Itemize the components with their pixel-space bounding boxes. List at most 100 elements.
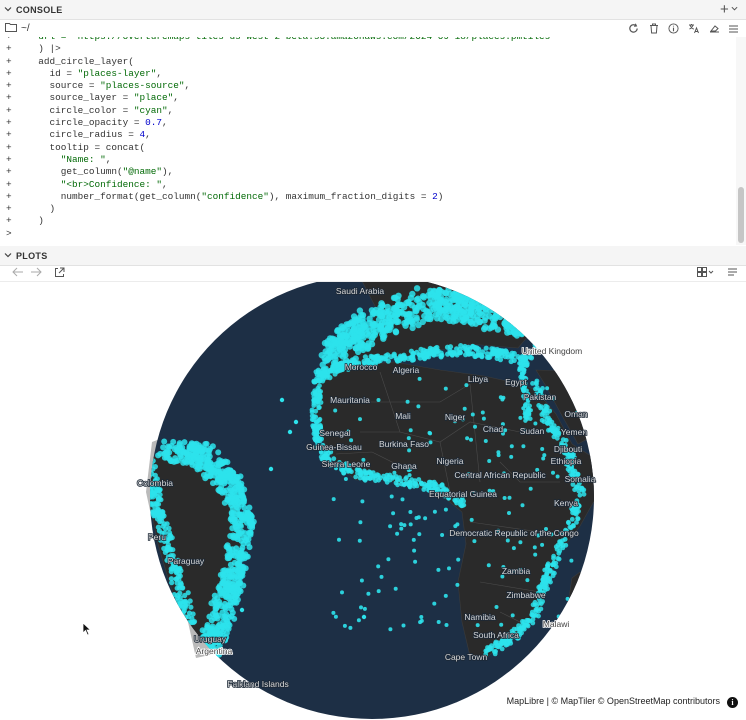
place-point <box>239 544 246 551</box>
place-point <box>232 485 239 491</box>
place-point <box>398 308 405 316</box>
place-point <box>503 303 510 311</box>
place-point <box>324 340 331 347</box>
map-label: United Kingdom <box>522 346 582 356</box>
layout-dropdown-icon[interactable] <box>697 267 715 280</box>
add-icon[interactable]: + <box>720 1 729 18</box>
info-icon[interactable] <box>667 22 680 35</box>
place-point <box>525 578 530 583</box>
place-point <box>247 513 253 520</box>
console-scrollbar[interactable] <box>736 37 746 245</box>
place-point <box>480 349 486 355</box>
place-point <box>192 658 199 665</box>
place-point <box>312 379 317 385</box>
place-point <box>511 312 518 319</box>
place-point <box>551 320 558 328</box>
place-point <box>526 618 531 623</box>
place-point <box>493 297 500 304</box>
console-pane-header[interactable]: CONSOLE + <box>0 0 746 20</box>
forward-arrow-icon[interactable] <box>30 267 42 280</box>
place-point <box>495 640 501 646</box>
place-point <box>541 311 549 318</box>
console-prompt: + <box>6 117 12 129</box>
folder-icon[interactable] <box>5 22 17 35</box>
place-point <box>490 347 497 353</box>
place-point <box>535 334 542 341</box>
plots-pane-header[interactable]: PLOTS <box>0 246 746 266</box>
chevron-down-icon[interactable] <box>4 5 12 15</box>
working-directory[interactable]: ~/ <box>21 23 30 34</box>
console-code: ) <box>27 215 44 227</box>
open-external-icon[interactable] <box>54 267 65 281</box>
place-point <box>516 314 523 322</box>
place-point <box>178 455 185 462</box>
place-point <box>225 472 232 479</box>
place-point <box>538 326 546 333</box>
place-point <box>579 487 585 493</box>
place-point <box>380 335 387 342</box>
refresh-icon[interactable] <box>627 22 640 35</box>
place-point <box>217 479 224 485</box>
place-point <box>433 315 441 322</box>
menu-lines-icon[interactable] <box>727 267 738 280</box>
place-point <box>450 314 457 321</box>
chevron-down-icon[interactable] <box>731 5 738 14</box>
place-point <box>503 311 511 318</box>
code-token: "place" <box>133 92 174 104</box>
place-point <box>437 299 444 306</box>
map-label: Yemen <box>561 427 587 437</box>
place-point <box>462 406 467 411</box>
place-point <box>317 393 323 398</box>
place-point <box>524 305 531 312</box>
map-label: Malawi <box>543 619 570 629</box>
place-point <box>533 421 538 426</box>
place-point <box>438 354 444 360</box>
code-token: "confidence" <box>201 190 269 202</box>
console-output[interactable]: + url = "https://overturemaps-tiles-us-w… <box>0 37 734 245</box>
place-point <box>500 298 508 306</box>
place-point <box>247 529 254 536</box>
place-point <box>204 622 211 628</box>
place-point <box>528 330 535 337</box>
place-point <box>525 306 532 314</box>
place-point <box>507 495 512 500</box>
place-point <box>510 316 517 323</box>
place-point <box>315 385 321 391</box>
code-token: ), <box>162 166 174 178</box>
place-point <box>511 320 518 328</box>
clear-console-icon[interactable] <box>707 22 720 35</box>
place-point <box>319 373 325 379</box>
place-point <box>505 321 513 328</box>
place-point <box>505 538 510 543</box>
console-line: + circle_color = "cyan", <box>0 105 734 117</box>
trash-icon[interactable] <box>647 22 660 35</box>
globe-map[interactable]: Morocco Algeria Libya Egypt Mauritania Mali Ni… <box>0 282 746 720</box>
code-token: add_circle_layer( <box>27 55 134 67</box>
info-icon[interactable]: i <box>727 697 738 708</box>
place-point <box>534 328 541 335</box>
place-point <box>384 309 391 316</box>
plot-viewer[interactable]: Morocco Algeria Libya Egypt Mauritania Mali Ni… <box>0 282 746 720</box>
place-point <box>543 327 550 334</box>
place-point <box>468 301 475 308</box>
place-point <box>505 306 512 313</box>
place-point <box>558 318 565 325</box>
place-point <box>521 317 529 324</box>
place-point <box>520 307 527 315</box>
map-attribution[interactable]: MapLibre | © MapTiler © OpenStreetMap co… <box>504 696 722 706</box>
place-point <box>180 609 186 615</box>
place-point <box>353 474 359 480</box>
place-point <box>539 317 547 324</box>
back-arrow-icon[interactable] <box>12 267 24 280</box>
place-point <box>484 354 491 360</box>
place-point <box>389 318 396 325</box>
translate-icon[interactable] <box>687 22 700 35</box>
scrollbar-thumb[interactable] <box>738 187 744 243</box>
place-point <box>513 316 520 324</box>
map-label: Paraguay <box>168 556 205 566</box>
list-icon[interactable] <box>727 22 740 35</box>
chevron-down-icon[interactable] <box>4 251 12 261</box>
place-point <box>155 452 162 459</box>
place-point <box>164 521 170 527</box>
place-point <box>531 327 538 335</box>
